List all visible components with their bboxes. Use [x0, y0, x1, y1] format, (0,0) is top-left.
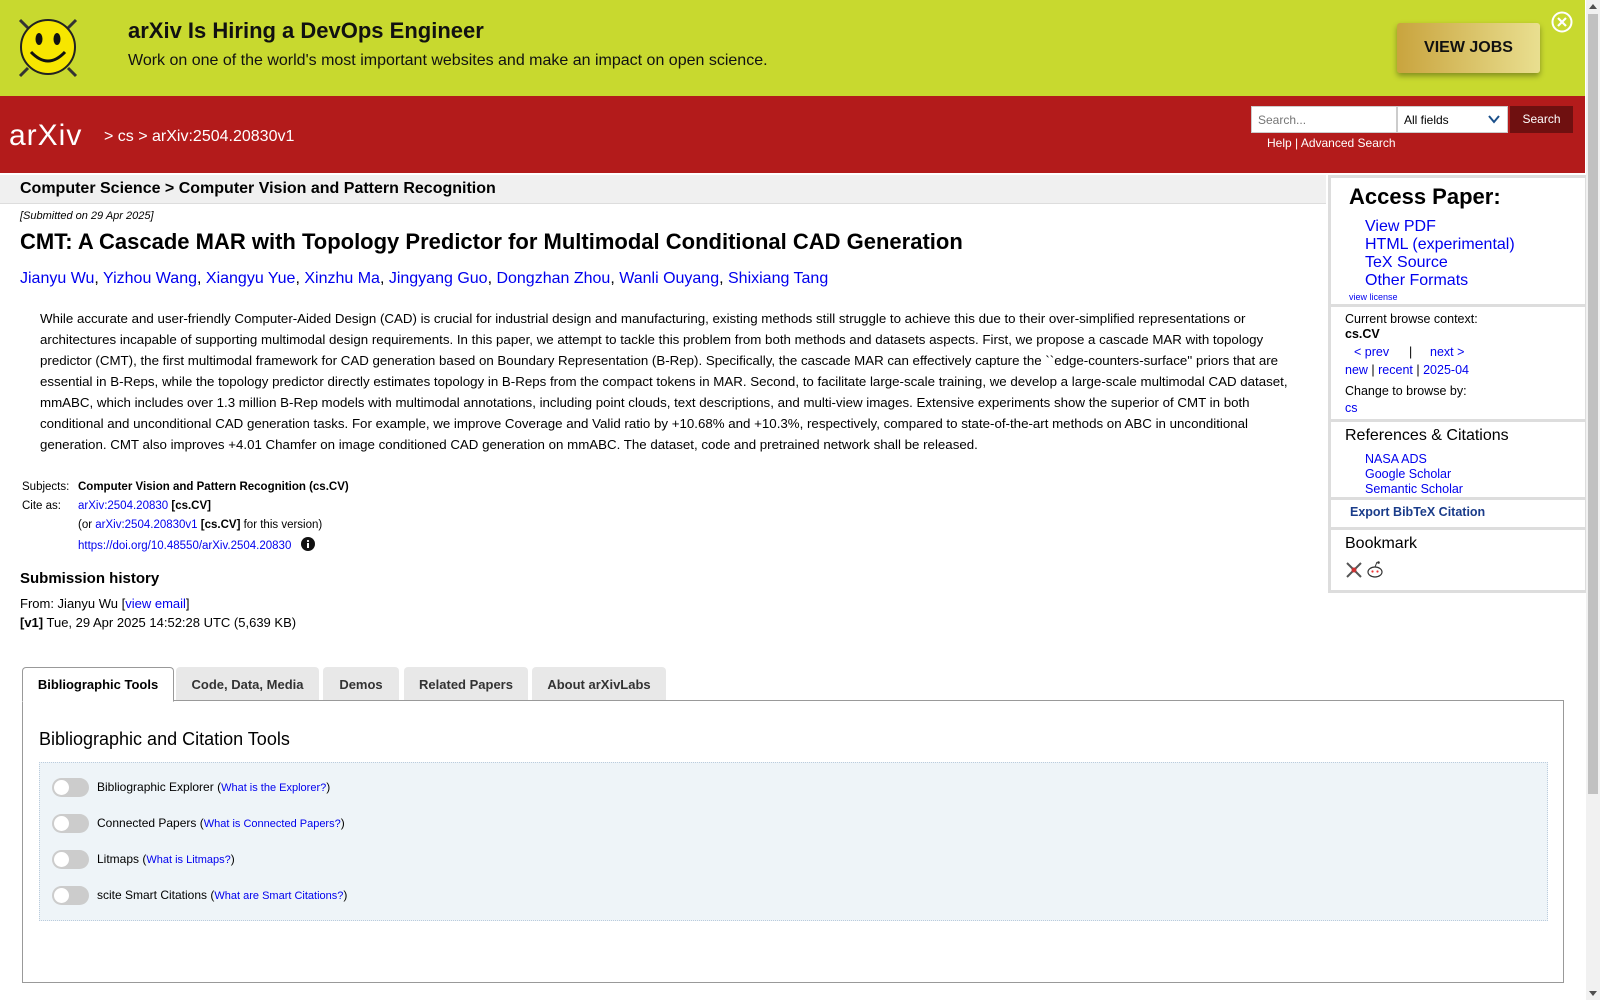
submitted-date: [Submitted on 29 Apr 2025]	[20, 210, 154, 222]
site-header: arXiv > cs > arXiv:2504.20830v1 All fiel…	[0, 96, 1585, 173]
scroll-thumb[interactable]	[1588, 14, 1598, 794]
version-link[interactable]: arXiv:2504.20830v1	[95, 519, 197, 531]
author-link[interactable]: Wanli Ouyang	[619, 270, 719, 287]
browse-cs-link[interactable]: cs	[1345, 401, 1358, 415]
hiring-banner: arXiv Is Hiring a DevOps Engineer Work o…	[0, 0, 1585, 96]
chevron-down-icon	[1488, 115, 1500, 124]
author-list: Jianyu Wu, Yizhou Wang, Xiangyu Yue, Xin…	[20, 270, 829, 287]
author-link[interactable]: Jianyu Wu	[20, 270, 94, 287]
close-icon[interactable]	[1551, 11, 1573, 33]
page-scrollbar[interactable]	[1586, 0, 1600, 1000]
help-links: Help | Advanced Search	[1267, 136, 1396, 150]
view-email-link[interactable]: view email	[125, 596, 186, 611]
toggle-row: Connected Papers (What is Connected Pape…	[52, 813, 345, 834]
search-input[interactable]	[1251, 106, 1397, 133]
month-link[interactable]: 2025-04	[1423, 363, 1469, 377]
banner-text: Work on one of the world's most importan…	[128, 52, 768, 69]
arxiv-logo[interactable]: arXiv	[9, 115, 101, 155]
subjects-value: Computer Vision and Pattern Recognition …	[78, 481, 349, 493]
doi-link[interactable]: https://doi.org/10.48550/arXiv.2504.2083…	[78, 540, 291, 552]
connected-papers-toggle[interactable]	[52, 814, 89, 834]
author-link[interactable]: Dongzhan Zhou	[496, 270, 610, 287]
scroll-down-icon[interactable]	[1589, 989, 1597, 997]
view-license-link[interactable]: view license	[1349, 292, 1398, 302]
bookmark-title: Bookmark	[1345, 535, 1418, 552]
abstract: While accurate and user-friendly Compute…	[40, 311, 1288, 452]
prev-link[interactable]: < prev	[1354, 345, 1389, 359]
tab-bibliographic-tools[interactable]: Bibliographic Tools	[22, 667, 174, 702]
toggle-row: Bibliographic Explorer (What is the Expl…	[52, 777, 330, 798]
panel-title: Bibliographic and Citation Tools	[39, 729, 290, 749]
refs-title: References & Citations	[1345, 427, 1509, 444]
explorer-help-link[interactable]: What is the Explorer?	[221, 782, 326, 794]
toggle-row: scite Smart Citations (What are Smart Ci…	[52, 885, 347, 906]
help-link[interactable]: Help	[1267, 136, 1292, 150]
search-field-select[interactable]: All fields	[1397, 106, 1508, 133]
author-link[interactable]: Xinzhu Ma	[304, 270, 380, 287]
smiley-logo-icon	[18, 18, 78, 78]
metadata-table: Subjects: Computer Vision and Pattern Re…	[20, 478, 351, 556]
bibsonomy-icon[interactable]	[1345, 561, 1363, 579]
browse-context: cs.CV	[1345, 327, 1380, 341]
crumb-cs[interactable]: cs	[118, 128, 134, 145]
bibliographic-explorer-toggle[interactable]	[52, 778, 89, 798]
crumb-paper-id: arXiv:2504.20830v1	[152, 128, 295, 145]
right-sidebar: Access Paper: View PDF HTML (experimenta…	[1328, 175, 1586, 593]
browse-context-box: Current browse context: cs.CV < prev | n…	[1331, 307, 1585, 419]
connected-papers-help-link[interactable]: What is Connected Papers?	[204, 818, 341, 830]
litmaps-help-link[interactable]: What is Litmaps?	[146, 854, 230, 866]
html-link[interactable]: HTML (experimental)	[1365, 236, 1515, 254]
tab-related-papers[interactable]: Related Papers	[404, 667, 528, 701]
view-pdf-link[interactable]: View PDF	[1365, 218, 1436, 236]
other-formats-link[interactable]: Other Formats	[1365, 272, 1468, 290]
litmaps-toggle[interactable]	[52, 850, 89, 870]
author-link[interactable]: Shixiang Tang	[728, 270, 828, 287]
search-button[interactable]: Search	[1510, 106, 1573, 133]
tex-source-link[interactable]: TeX Source	[1365, 254, 1448, 272]
subject-breadcrumb: Computer Science > Computer Vision and P…	[0, 175, 1326, 204]
author-link[interactable]: Jingyang Guo	[389, 270, 488, 287]
scite-help-link[interactable]: What are Smart Citations?	[214, 890, 343, 902]
author-link[interactable]: Yizhou Wang	[103, 270, 197, 287]
references-box: References & Citations NASA ADS Google S…	[1331, 422, 1585, 497]
export-box: Export BibTeX Citation	[1331, 500, 1585, 527]
new-link[interactable]: new	[1345, 363, 1368, 377]
banner-title: arXiv Is Hiring a DevOps Engineer	[128, 18, 484, 43]
subjects-label: Subjects:	[22, 481, 70, 493]
cite-label: Cite as:	[22, 500, 61, 512]
tab-panel: Bibliographic and Citation Tools Bibliog…	[22, 700, 1564, 983]
breadcrumb: > cs > arXiv:2504.20830v1	[104, 128, 295, 145]
tab-demos[interactable]: Demos	[323, 667, 399, 701]
semantic-scholar-link[interactable]: Semantic Scholar	[1365, 482, 1463, 496]
cite-id-link[interactable]: arXiv:2504.20830	[78, 500, 168, 512]
access-paper-box: Access Paper: View PDF HTML (experimenta…	[1331, 178, 1585, 304]
bookmark-box: Bookmark	[1331, 530, 1585, 590]
author-link[interactable]: Xiangyu Yue	[206, 270, 296, 287]
svg-text:arXiv: arXiv	[9, 119, 82, 152]
version-entry: [v1] Tue, 29 Apr 2025 14:52:28 UTC (5,63…	[20, 615, 297, 630]
scite-toggle[interactable]	[52, 886, 89, 906]
info-icon[interactable]	[300, 537, 315, 551]
access-paper-title: Access Paper:	[1349, 184, 1501, 209]
submission-history-title: Submission history	[20, 570, 160, 587]
scroll-up-icon[interactable]	[1589, 3, 1597, 11]
export-bibtex-link[interactable]: Export BibTeX Citation	[1350, 505, 1485, 519]
advanced-search-link[interactable]: Advanced Search	[1301, 136, 1396, 150]
next-link[interactable]: next >	[1430, 345, 1464, 359]
tab-about-arxivlabs[interactable]: About arXivLabs	[532, 667, 666, 701]
paper-title: CMT: A Cascade MAR with Topology Predict…	[20, 229, 963, 254]
toggle-row: Litmaps (What is Litmaps?)	[52, 849, 235, 870]
recent-link[interactable]: recent	[1378, 363, 1413, 377]
reddit-icon[interactable]	[1365, 560, 1385, 580]
view-jobs-button[interactable]: VIEW JOBS	[1397, 23, 1540, 73]
google-scholar-link[interactable]: Google Scholar	[1365, 467, 1451, 481]
toggle-list: Bibliographic Explorer (What is the Expl…	[39, 762, 1548, 921]
tab-code-data-media[interactable]: Code, Data, Media	[176, 667, 319, 701]
nasa-ads-link[interactable]: NASA ADS	[1365, 452, 1427, 466]
submission-from: From: Jianyu Wu [view email]	[20, 596, 190, 611]
